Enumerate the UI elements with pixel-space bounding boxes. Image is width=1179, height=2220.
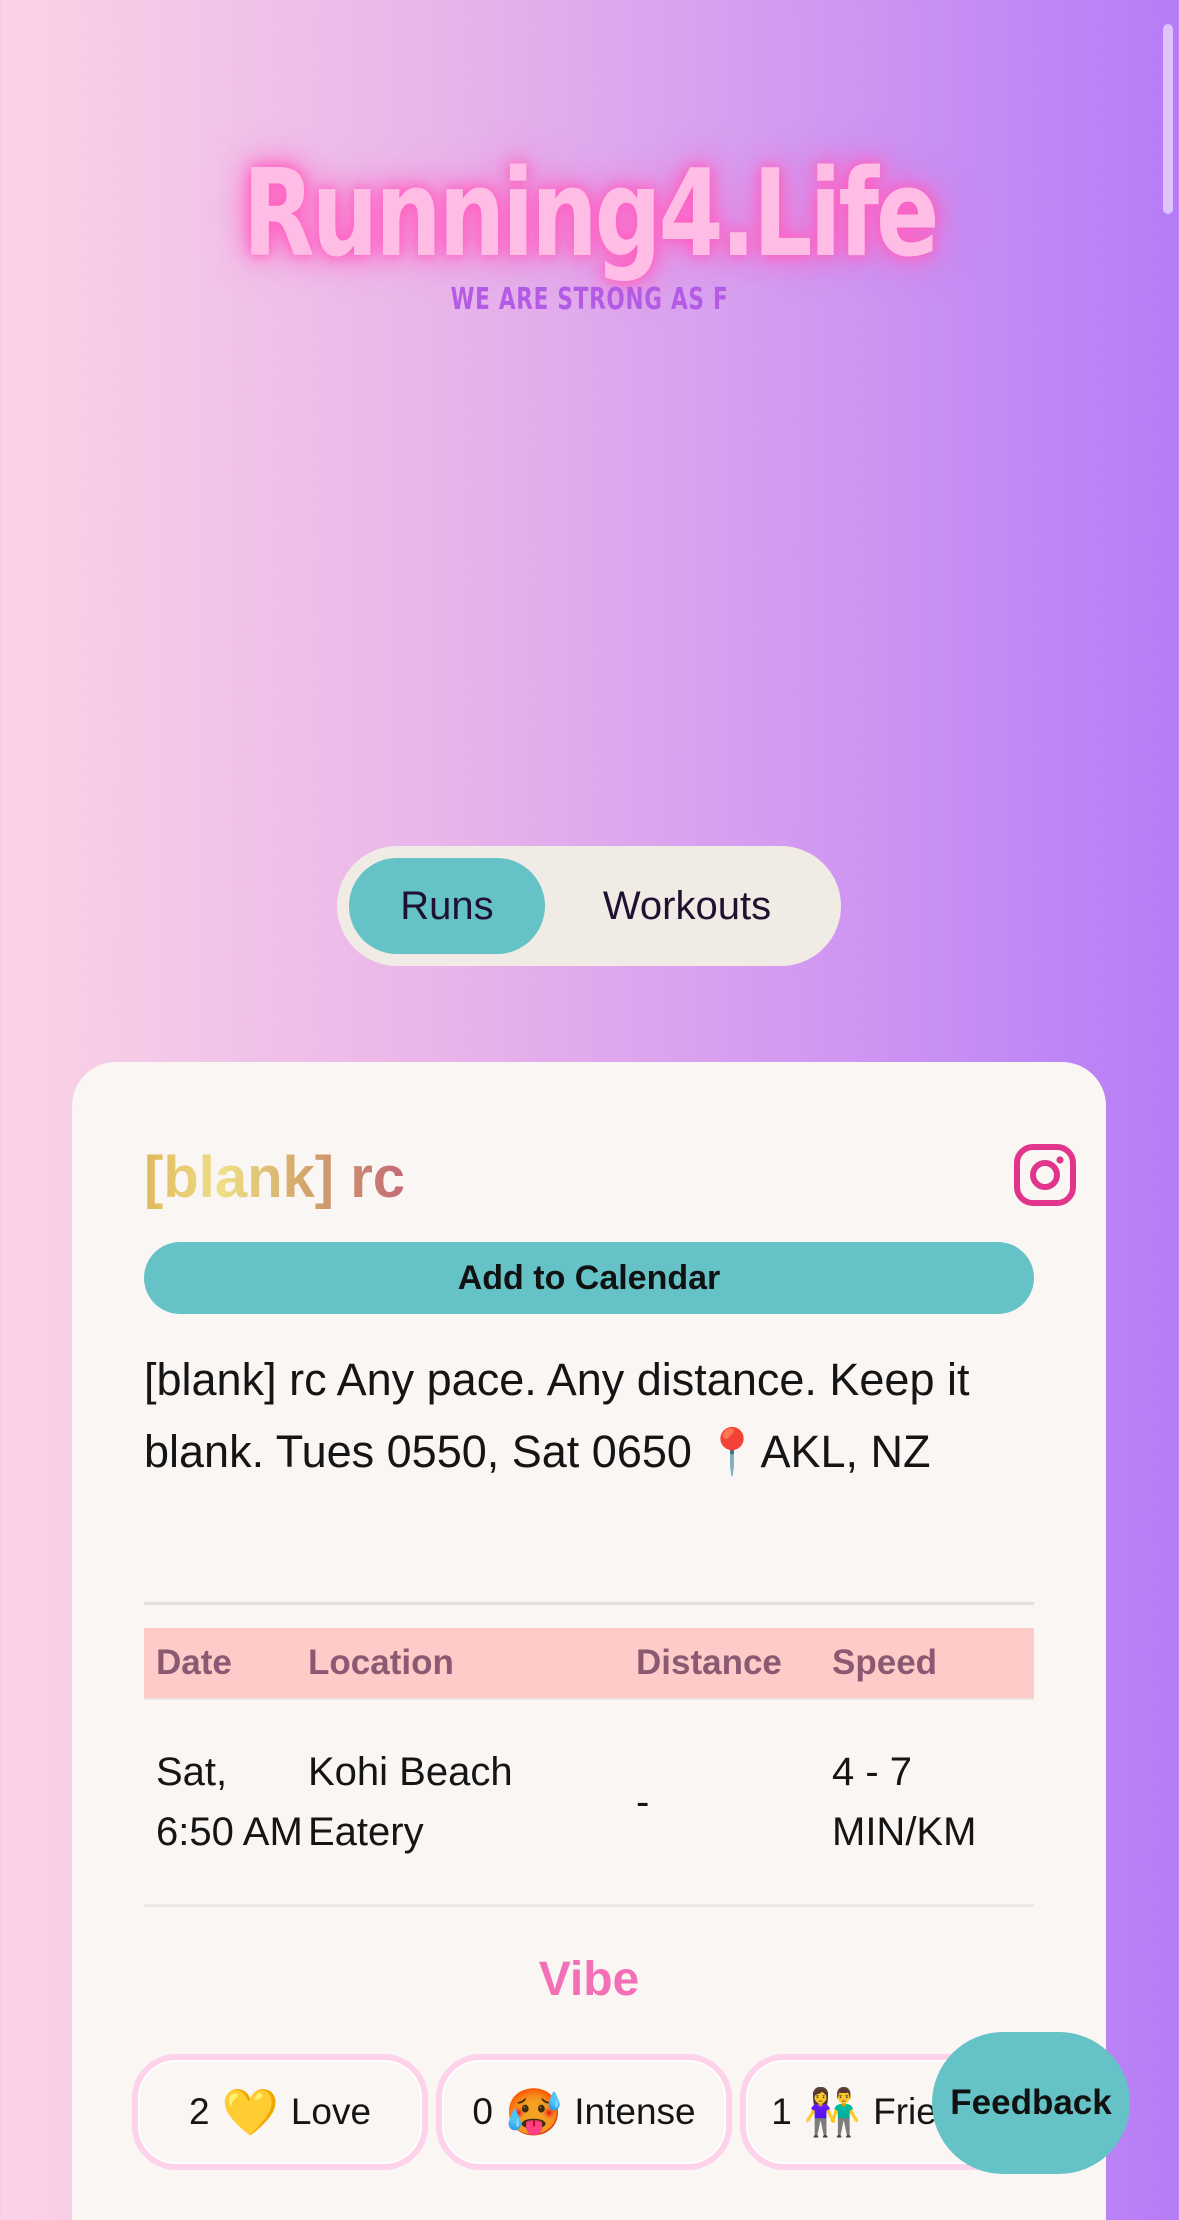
instagram-icon[interactable]: [1012, 1142, 1078, 1208]
header-date: Date: [156, 1643, 232, 1682]
yellow-heart-icon: 💛: [221, 2085, 279, 2138]
table-header: Date Location Distance Speed: [144, 1628, 1034, 1698]
tab-runs[interactable]: Runs: [349, 858, 545, 954]
couple-icon: 👫: [803, 2085, 862, 2138]
site-logo[interactable]: Running4.Life: [130, 140, 1050, 290]
header-distance: Distance: [636, 1643, 782, 1682]
add-to-calendar-button[interactable]: Add to Calendar: [144, 1242, 1034, 1314]
vibe-count: 2: [188, 2091, 210, 2132]
cell-date: Sat, 6:50 AM: [156, 1750, 303, 1854]
header-speed: Speed: [832, 1643, 938, 1682]
vibe-title: Vibe: [538, 1953, 640, 2006]
tab-workouts[interactable]: Workouts: [545, 858, 829, 954]
runs-workouts-toggle: Runs Workouts: [337, 846, 841, 966]
cell-speed: 4 - 7 MIN/KM: [832, 1750, 977, 1854]
vibe-love-button[interactable]: 2 💛 Love: [132, 2054, 428, 2170]
club-card: [blank] rc Add to Calendar [blank] rc An…: [72, 1062, 1106, 2220]
vibe-count: 1: [771, 2091, 792, 2132]
section-divider: [144, 1602, 1034, 1605]
hero-header: Running4.Life WE ARE STRONG AS F: [0, 140, 1179, 317]
vibe-label: Love: [290, 2091, 372, 2132]
header-location: Location: [308, 1643, 454, 1682]
cell-distance: -: [636, 1780, 650, 1824]
schedule-table: Date Location Distance Speed Sat, 6:50 A…: [144, 1628, 1034, 1907]
vibe-intense-button[interactable]: 0 🥵 Intense: [436, 2054, 732, 2170]
hot-face-icon: 🥵: [504, 2085, 563, 2138]
feedback-button[interactable]: Feedback: [932, 2032, 1130, 2174]
club-name: [blank] rc: [144, 1142, 405, 1214]
cell-location: Kohi Beach Eatery: [308, 1750, 513, 1854]
club-description: [blank] rc Any pace. Any distance. Keep …: [144, 1354, 970, 1477]
site-tagline: WE ARE STRONG AS F: [450, 282, 729, 317]
vibe-label: Intense: [574, 2091, 696, 2132]
vibe-count: 0: [472, 2091, 493, 2132]
table-row: Sat, 6:50 AM Kohi Beach Eatery - 4 - 7 M…: [144, 1698, 1034, 1907]
